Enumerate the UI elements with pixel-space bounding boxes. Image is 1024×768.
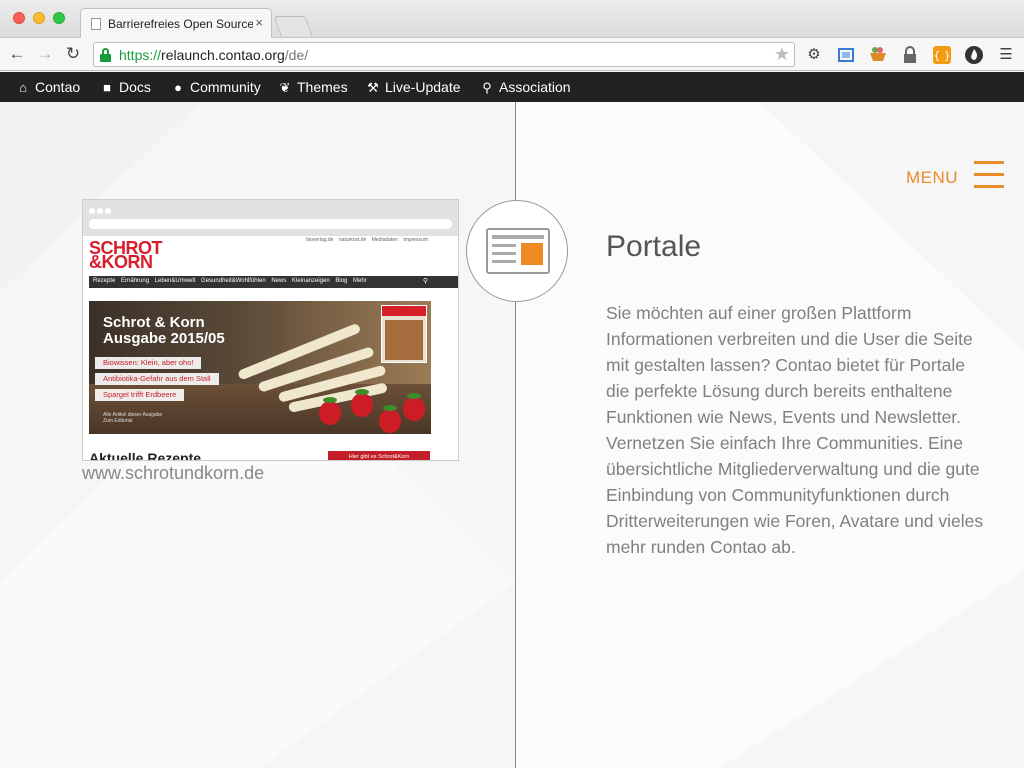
- tab-title: Barrierefreies Open Source: [108, 17, 253, 31]
- minimize-window-button[interactable]: [33, 12, 45, 24]
- mock-nav-items: Rezepte Ernährung Leben&Umwelt Gesundhei…: [93, 278, 367, 284]
- mock-teaser-pill: Antibiotika-Gefahr aus dem Stall: [95, 373, 219, 385]
- back-arrow-icon[interactable]: ←: [6, 43, 28, 65]
- showcase-screenshot[interactable]: SCHROT &KORN bioverlag.de naturkost.de M…: [82, 199, 459, 461]
- hero-title-line-1: Schrot & Korn: [103, 314, 205, 331]
- gear-icon[interactable]: ⚙: [804, 45, 824, 65]
- nav-label: Contao: [35, 79, 81, 95]
- showcase-caption-link[interactable]: www.schrotundkorn.de: [82, 463, 264, 484]
- portal-feature-icon: [466, 200, 568, 302]
- hero-small-line-2: Zum Editorial: [103, 418, 133, 424]
- svg-text:{ }: { }: [933, 49, 951, 62]
- leaf-icon: ❦: [279, 80, 291, 95]
- flame-icon[interactable]: [964, 45, 984, 65]
- mock-teaser-pill: Spargel trifft Erdbeere: [95, 389, 185, 401]
- star-icon[interactable]: ★: [774, 44, 790, 65]
- maximize-window-button[interactable]: [53, 12, 65, 24]
- mock-browser-bar: [83, 200, 458, 236]
- mock-cta-button: Hier gibt es Schrot&Korn: [328, 451, 430, 460]
- code-icon[interactable]: { }: [932, 45, 952, 65]
- mock-section-title: Aktuelle Rezepte: [89, 450, 202, 461]
- nav-label: Live-Update: [385, 79, 461, 95]
- home-icon: ⌂: [19, 80, 27, 95]
- schrot-korn-logo: SCHROT &KORN: [89, 239, 163, 272]
- menu-hamburger-icon[interactable]: [974, 161, 1004, 188]
- mock-search-icon: ⚲: [422, 278, 428, 285]
- nav-item-live-update[interactable]: ⚒ Live-Update: [366, 72, 461, 102]
- nav-label: Docs: [119, 79, 151, 95]
- mock-hero-links: Alle Artikel dieser Ausgabe Zum Editoria…: [103, 412, 162, 424]
- hamburger-menu-icon[interactable]: ☰: [996, 45, 1016, 65]
- book-icon: ■: [103, 80, 111, 95]
- logo-line-2: &KORN: [89, 252, 153, 272]
- forward-arrow-icon[interactable]: →: [34, 43, 56, 65]
- url-host: relaunch.contao.org: [161, 47, 285, 63]
- nav-label: Association: [499, 79, 571, 95]
- browser-toolbar: ← → ↻ https://relaunch.contao.org/de/ ★ …: [0, 38, 1024, 71]
- browser-titlebar: Barrierefreies Open Source ×: [0, 0, 1024, 39]
- mock-magazine-cover: [381, 305, 427, 363]
- new-tab-button[interactable]: [273, 16, 313, 36]
- section-body-text: Sie möchten auf einer großen Plattform I…: [606, 303, 984, 557]
- site-navigation: ⌂ Contao ■ Docs ● Community ❦ Themes ⚒ Live-U…: [0, 72, 1024, 102]
- screen-capture-icon[interactable]: [836, 45, 856, 65]
- newspaper-icon: [486, 228, 550, 274]
- page-content: MENU Portale Sie möchten auf einer große…: [0, 102, 1024, 768]
- hero-title-line-2: Ausgabe 2015/05: [103, 330, 225, 347]
- lock-icon: [100, 48, 111, 62]
- mock-hero-title: Schrot & Korn Ausgabe 2015/05: [103, 315, 225, 347]
- mock-top-links: bioverlag.de naturkost.de Mediadaten Imp…: [306, 237, 428, 243]
- nav-item-association[interactable]: ⚲ Association: [480, 72, 571, 102]
- close-window-button[interactable]: [13, 12, 25, 24]
- address-bar[interactable]: https://relaunch.contao.org/de/ ★: [93, 42, 795, 67]
- map-pin-icon: ⚲: [482, 80, 492, 95]
- basket-icon[interactable]: [868, 45, 888, 65]
- browser-tab-active[interactable]: Barrierefreies Open Source ×: [80, 8, 272, 39]
- nav-item-docs[interactable]: ■ Docs: [100, 72, 151, 102]
- menu-label: MENU: [905, 168, 958, 187]
- nav-item-themes[interactable]: ❦ Themes: [278, 72, 348, 102]
- mock-nav-bar: Rezepte Ernährung Leben&Umwelt Gesundhei…: [89, 276, 458, 288]
- nav-label: Community: [190, 79, 261, 95]
- url-text[interactable]: https://relaunch.contao.org/de/: [119, 47, 308, 63]
- wrench-icon: ⚒: [367, 80, 379, 95]
- reload-icon[interactable]: ↻: [62, 43, 84, 65]
- mock-hero-image: Schrot & Korn Ausgabe 2015/05 Biowissen:…: [89, 301, 431, 434]
- tab-close-icon[interactable]: ×: [255, 15, 263, 30]
- url-protocol: https://: [119, 47, 162, 63]
- section-heading: Portale: [606, 230, 702, 263]
- nav-label: Themes: [297, 79, 348, 95]
- padlock-icon[interactable]: [900, 45, 920, 65]
- mock-teaser-pill: Biowissen: Klein, aber oho!: [95, 357, 202, 369]
- nav-item-community[interactable]: ● Community: [171, 72, 261, 102]
- url-path: /de/: [284, 47, 309, 63]
- page-favicon-icon: [91, 18, 101, 30]
- nav-item-contao[interactable]: ⌂ Contao: [16, 72, 80, 102]
- user-icon: ●: [174, 80, 182, 95]
